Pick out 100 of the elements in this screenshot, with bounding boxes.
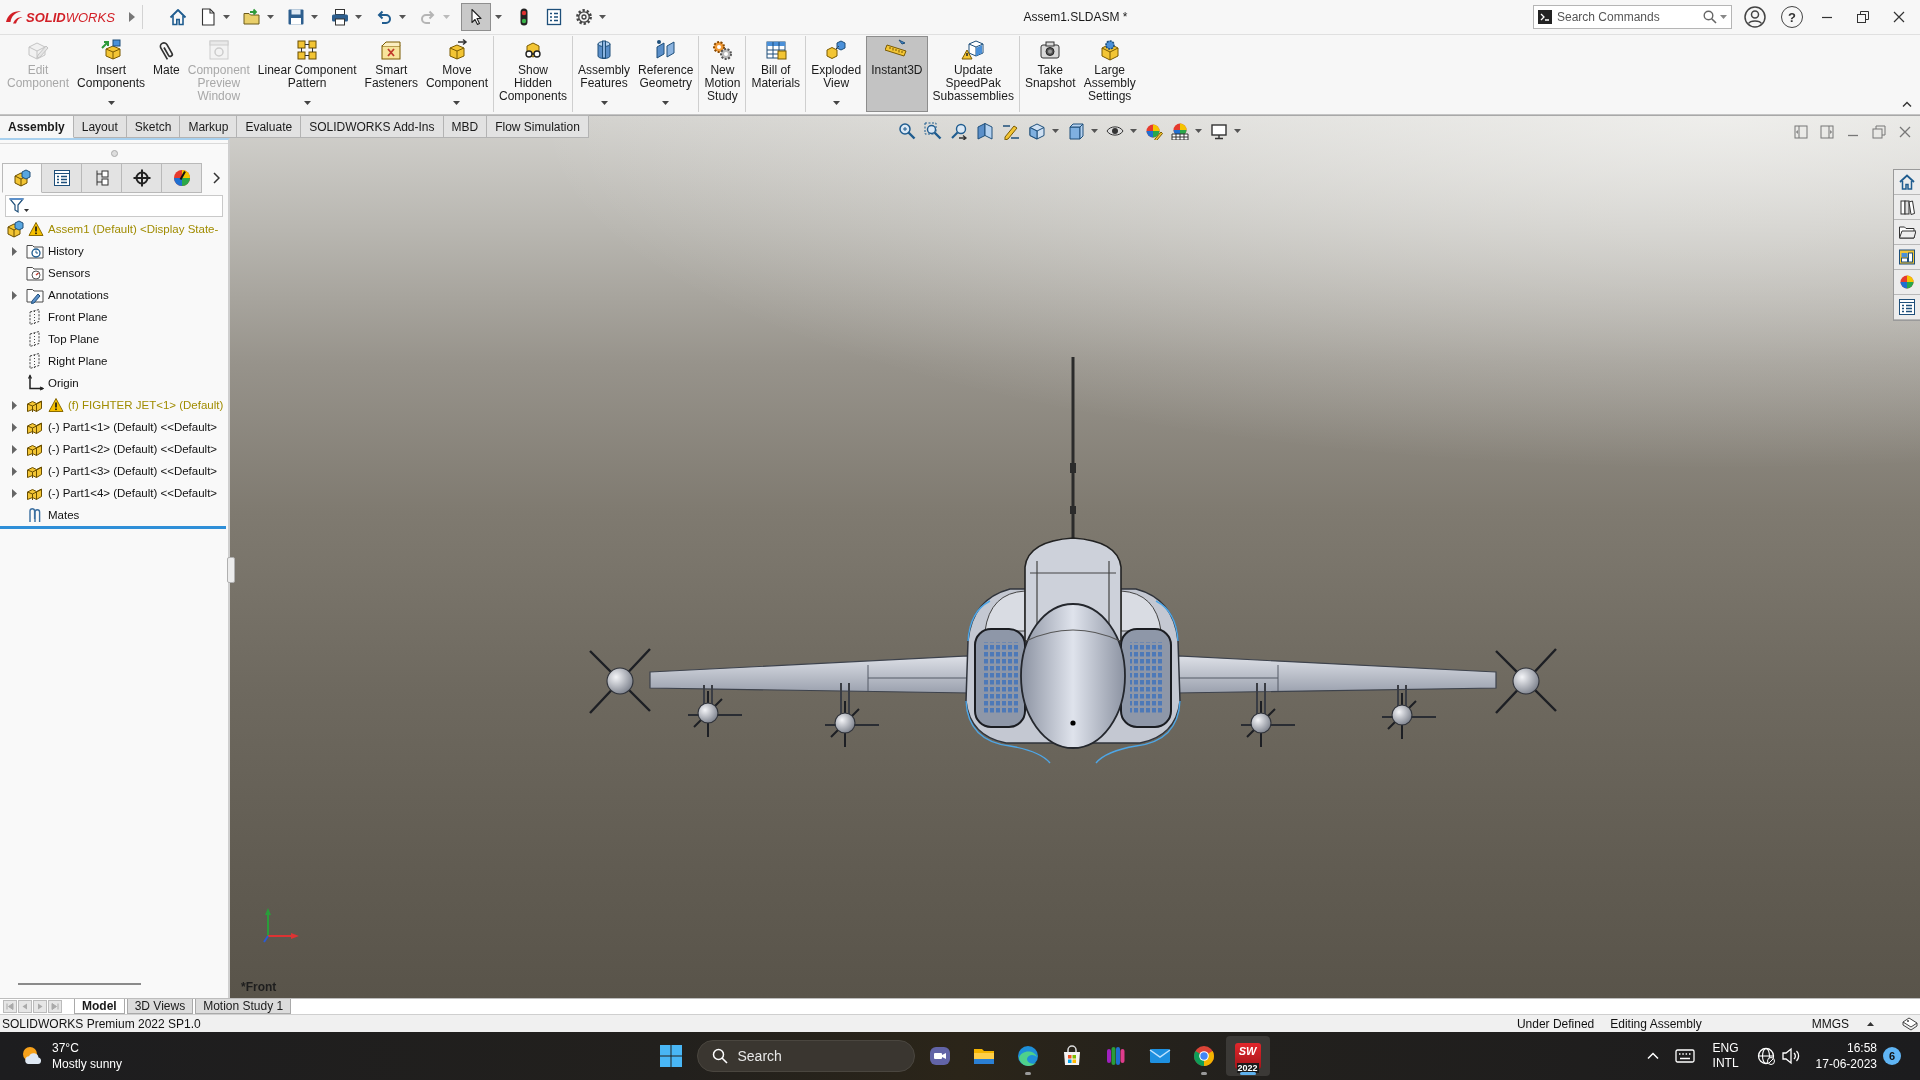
command-button[interactable]: Take Snapshot xyxy=(1021,36,1079,112)
tree-item[interactable]: Top Plane xyxy=(48,333,100,345)
collapsed-arrow-icon[interactable] xyxy=(9,400,19,410)
color-ball-grid-icon[interactable] xyxy=(1171,122,1189,140)
caret-icon[interactable] xyxy=(399,15,406,19)
caret-icon[interactable] xyxy=(355,15,362,19)
collapsed-arrow-icon[interactable] xyxy=(9,444,19,454)
tile-right-icon[interactable] xyxy=(1820,125,1834,139)
command-button[interactable]: Update SpeedPak Subassemblies xyxy=(929,36,1017,112)
collapsed-arrow-icon[interactable] xyxy=(9,290,19,300)
section-planes-icon[interactable] xyxy=(976,122,994,140)
taskbar-app[interactable]: SW 2022 xyxy=(1225,1036,1270,1076)
filter-field[interactable] xyxy=(5,195,223,217)
bottom-tab[interactable]: 3D Views xyxy=(126,999,194,1014)
notification-badge[interactable]: 6 xyxy=(1883,1047,1901,1065)
command-button[interactable]: Show Hidden Components xyxy=(495,36,570,112)
horizontal-scrollbar[interactable] xyxy=(18,983,141,985)
tree-item[interactable]: History xyxy=(48,245,84,257)
collapsed-arrow-icon[interactable] xyxy=(9,246,19,256)
chevron-up-icon[interactable] xyxy=(1902,101,1912,107)
tree-item[interactable]: (-) Part1<1> (Default) <<Default> xyxy=(48,421,218,433)
caret-icon[interactable] xyxy=(1195,129,1202,133)
bottom-tab[interactable]: Model xyxy=(74,999,125,1014)
magnifier-arrow-icon[interactable] xyxy=(950,122,968,140)
keyboard-icon[interactable] xyxy=(1672,1046,1697,1066)
tree-item[interactable]: Front Plane xyxy=(48,311,108,323)
panel-splitter-handle[interactable] xyxy=(227,557,235,583)
search-icon[interactable] xyxy=(1703,10,1717,24)
panel-tab[interactable] xyxy=(122,163,162,193)
command-button[interactable]: Large Assembly Settings xyxy=(1080,36,1139,112)
speaker-icon[interactable] xyxy=(1780,1046,1801,1066)
tree-item[interactable]: Sensors xyxy=(48,267,91,279)
command-button[interactable]: Linear Component Pattern xyxy=(254,36,360,112)
caret-icon[interactable] xyxy=(1720,15,1727,19)
gear-icon[interactable] xyxy=(574,7,594,27)
command-button[interactable]: Reference Geometry xyxy=(635,36,697,112)
collapsed-arrow-icon[interactable] xyxy=(9,466,19,476)
clock-button[interactable]: 16:58 17-06-2023 xyxy=(1815,1040,1877,1072)
ribbon-tab[interactable]: MBD xyxy=(443,115,488,138)
pencil-lines-icon[interactable] xyxy=(1002,122,1020,140)
view-cube-icon[interactable] xyxy=(1028,122,1046,140)
zoom-to-fit-icon[interactable] xyxy=(898,122,916,140)
command-button[interactable]: Mate xyxy=(150,36,183,112)
tree-item[interactable]: Origin xyxy=(48,377,79,389)
caret-icon[interactable] xyxy=(267,15,274,19)
tree-item[interactable]: Mates xyxy=(48,509,80,521)
weather-widget[interactable]: 37°C Mostly sunny xyxy=(0,1040,123,1072)
pointer-icon[interactable] xyxy=(462,4,490,30)
caret-icon[interactable] xyxy=(1130,129,1137,133)
tree-item[interactable]: (-) Part1<3> (Default) <<Default> xyxy=(48,465,218,477)
zoom-area-icon[interactable] xyxy=(924,122,942,140)
language-button[interactable]: ENG INTL xyxy=(1705,1041,1746,1071)
caret-icon[interactable] xyxy=(1091,129,1098,133)
ribbon-tab[interactable]: Markup xyxy=(180,115,238,138)
search-field[interactable]: Search Commands xyxy=(1533,5,1732,29)
unit-system[interactable]: MMGS xyxy=(1811,1016,1849,1031)
ribbon-tab[interactable]: Sketch xyxy=(126,115,181,138)
panel-tab[interactable] xyxy=(42,163,82,193)
tile-left-icon[interactable] xyxy=(1794,125,1808,139)
command-button[interactable]: Assembly Features xyxy=(575,36,634,112)
collapsed-arrow-icon[interactable] xyxy=(9,488,19,498)
user-circle-icon[interactable] xyxy=(1744,6,1766,28)
tree-item[interactable]: (-) Part1<2> (Default) <<Default> xyxy=(48,443,218,455)
command-button[interactable]: Exploded View xyxy=(808,36,865,112)
caret-icon[interactable] xyxy=(311,15,318,19)
command-button[interactable]: Insert Components xyxy=(74,36,149,112)
caret-icon[interactable] xyxy=(495,15,502,19)
monitor-icon[interactable] xyxy=(1210,122,1228,140)
bottom-tab[interactable]: Motion Study 1 xyxy=(195,999,292,1014)
command-button[interactable]: New Motion Study xyxy=(701,36,744,112)
command-button[interactable]: Bill of Materials xyxy=(748,36,804,112)
tree-item[interactable]: (-) Part1<4> (Default) <<Default> xyxy=(48,487,218,499)
tag-icon[interactable] xyxy=(1902,1016,1918,1031)
caret-icon[interactable] xyxy=(599,15,606,19)
color-ball-pencil-icon[interactable] xyxy=(1145,122,1163,140)
command-button[interactable]: Smart Fasteners xyxy=(361,36,421,112)
list-document-icon[interactable] xyxy=(544,7,564,27)
menu-arrow-icon[interactable] xyxy=(129,12,135,22)
globe-network-icon[interactable] xyxy=(1755,1046,1776,1066)
printer-icon[interactable] xyxy=(330,7,350,27)
caret-up-icon[interactable] xyxy=(1867,1021,1874,1026)
tree-item[interactable]: Annotations xyxy=(48,289,109,301)
command-button[interactable]: Instant3D xyxy=(866,36,928,112)
ribbon-tab[interactable]: SOLIDWORKS Add-Ins xyxy=(301,115,444,138)
ribbon-tab[interactable]: Flow Simulation xyxy=(487,115,589,138)
caret-icon[interactable] xyxy=(1234,129,1241,133)
ribbon-tab[interactable]: Assembly xyxy=(0,115,74,138)
ribbon-tab[interactable]: Evaluate xyxy=(237,115,302,138)
search-field[interactable]: Search xyxy=(696,1040,915,1072)
grip-dot-icon[interactable] xyxy=(110,150,118,157)
command-button[interactable]: Move Component xyxy=(422,36,491,112)
ribbon-tab[interactable]: Layout xyxy=(73,115,127,138)
chevron-right-icon[interactable] xyxy=(213,172,220,184)
folder-arrow-icon[interactable] xyxy=(242,7,262,27)
tree-item[interactable]: Right Plane xyxy=(48,355,108,367)
caret-icon[interactable] xyxy=(223,15,230,19)
shaded-box-icon[interactable] xyxy=(1067,122,1085,140)
caret-icon[interactable] xyxy=(1052,129,1059,133)
collapsed-arrow-icon[interactable] xyxy=(9,422,19,432)
home-icon[interactable] xyxy=(168,7,188,27)
